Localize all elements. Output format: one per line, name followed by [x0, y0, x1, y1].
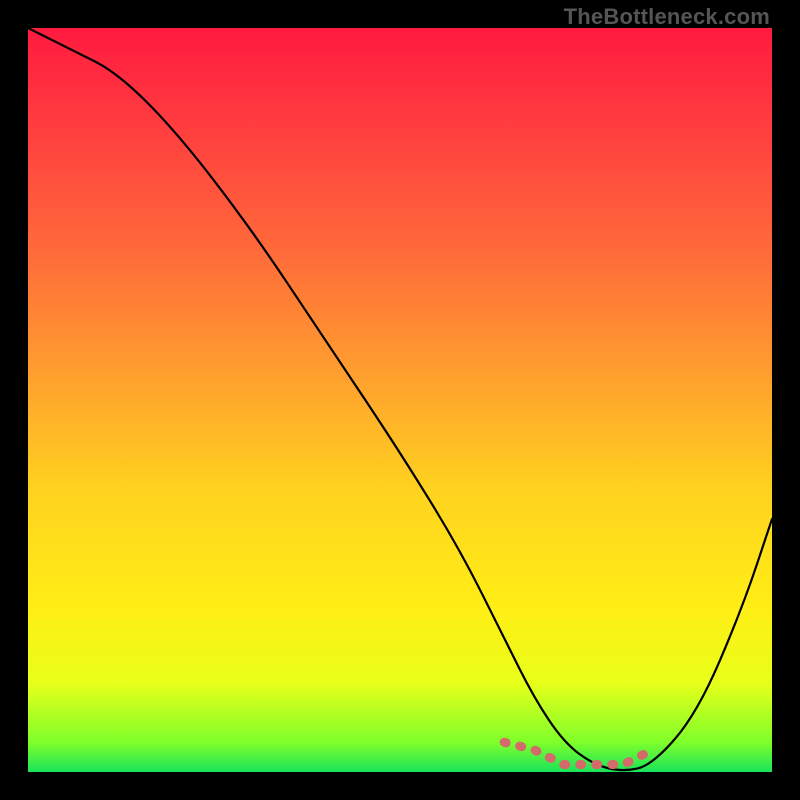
bottleneck-curve — [28, 28, 772, 770]
plot-area — [28, 28, 772, 772]
chart-frame: TheBottleneck.com — [0, 0, 800, 800]
attribution-label: TheBottleneck.com — [564, 4, 770, 30]
curve-layer — [28, 28, 772, 772]
